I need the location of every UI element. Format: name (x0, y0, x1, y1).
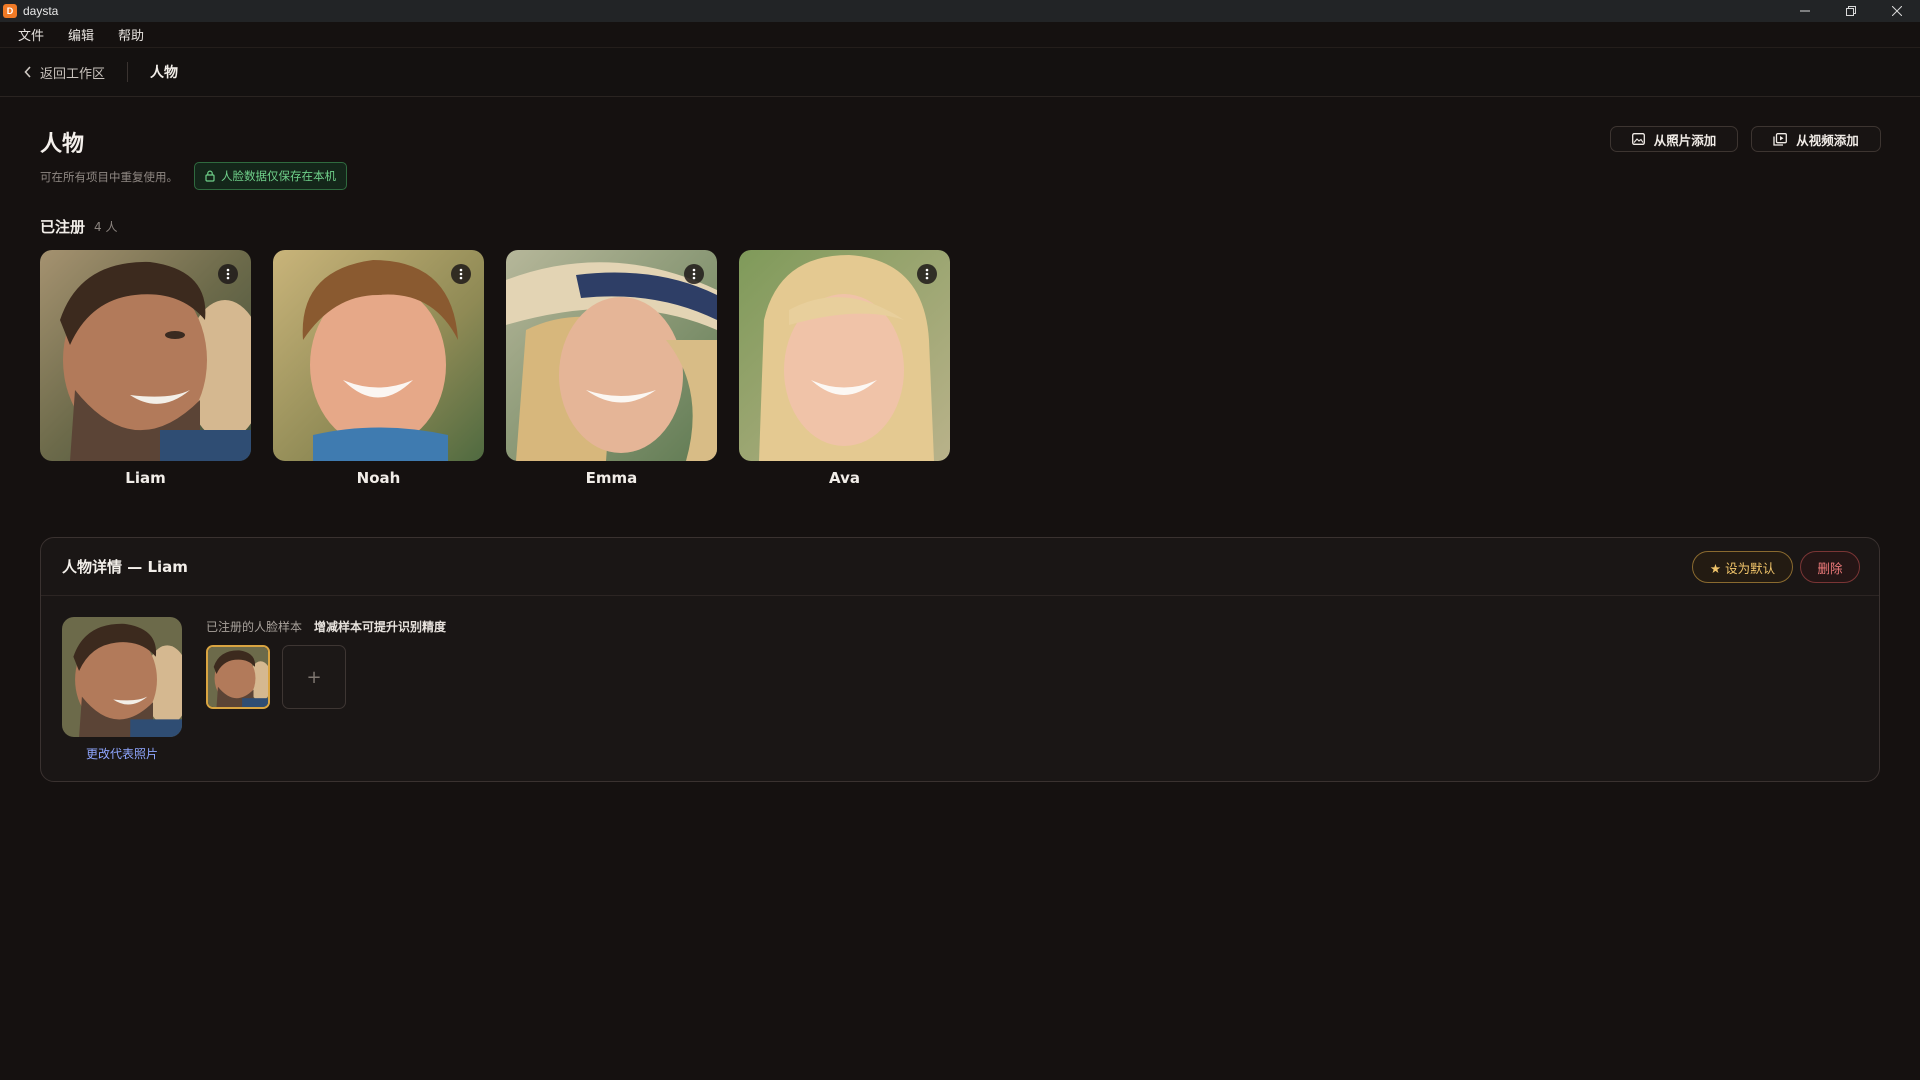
set-default-button[interactable]: ★ 设为默认 (1692, 551, 1793, 583)
window-title: daysta (23, 4, 59, 18)
person-photo-liam[interactable] (40, 250, 251, 461)
app-logo-icon: D (3, 4, 17, 18)
toolbar-title: 人物 (150, 65, 179, 81)
menu-edit[interactable]: 编辑 (68, 25, 94, 44)
person-name: Ava (829, 469, 860, 487)
add-from-photo-button[interactable]: 从照片添加 (1610, 126, 1738, 152)
person-photo-ava[interactable] (739, 250, 950, 461)
more-options-button[interactable] (917, 264, 937, 284)
more-vertical-icon (226, 268, 230, 280)
minimize-button[interactable] (1782, 0, 1828, 22)
restore-icon (1846, 6, 1856, 16)
menu-file[interactable]: 文件 (18, 25, 44, 44)
menu-help[interactable]: 帮助 (118, 25, 144, 44)
restore-button[interactable] (1828, 0, 1874, 22)
title-bar: D daysta (0, 0, 1920, 22)
more-vertical-icon (459, 268, 463, 280)
portrait-boy-image (273, 250, 484, 461)
registered-count: 4 人 (94, 220, 118, 234)
person-card-noah[interactable]: Noah (273, 250, 484, 487)
add-from-video-button[interactable]: 从视频添加 (1751, 126, 1881, 152)
video-frames-icon (1773, 132, 1788, 146)
more-vertical-icon (925, 268, 929, 280)
face-sample-thumbnail[interactable] (206, 645, 270, 709)
close-window-button[interactable] (1874, 0, 1920, 22)
more-vertical-icon (692, 268, 696, 280)
more-options-button[interactable] (451, 264, 471, 284)
more-options-button[interactable] (218, 264, 238, 284)
person-photo-emma[interactable] (506, 250, 717, 461)
portrait-man-image (208, 647, 268, 707)
add-from-video-label: 从视频添加 (1796, 132, 1859, 148)
privacy-badge: 人脸数据仅保存在本机 (194, 162, 347, 190)
more-options-button[interactable] (684, 264, 704, 284)
add-sample-button[interactable]: + (282, 645, 346, 709)
privacy-badge-label: 人脸数据仅保存在本机 (221, 169, 336, 183)
person-detail-panel: 人物详情 — Liam ★ 设为默认 删除 更改代表照片 已注册的人脸样本 增减… (40, 537, 1880, 782)
registered-section-title: 已注册 (40, 218, 86, 236)
portrait-man-image (40, 250, 251, 461)
delete-button[interactable]: 删除 (1800, 551, 1860, 583)
samples-hint: 增减样本可提升识别精度 (314, 620, 447, 634)
detail-title: 人物详情 — Liam (62, 558, 188, 576)
person-name: Noah (356, 469, 401, 487)
person-name: Emma (585, 469, 638, 487)
page-subtitle: 可在所有项目中重复使用。 (40, 170, 178, 184)
lock-icon (205, 170, 215, 182)
person-photo-noah[interactable] (273, 250, 484, 461)
add-from-photo-label: 从照片添加 (1653, 132, 1717, 148)
back-to-workspace-link[interactable]: 返回工作区 (24, 63, 105, 82)
representative-photo[interactable] (62, 617, 182, 737)
chevron-left-icon (24, 66, 31, 78)
top-toolbar: 返回工作区 人物 (0, 48, 1920, 97)
portrait-girl-image (739, 250, 950, 461)
window-controls (1782, 0, 1920, 22)
person-card-ava[interactable]: Ava (739, 250, 950, 487)
detail-header: 人物详情 — Liam ★ 设为默认 删除 (41, 538, 1879, 596)
portrait-woman-image (506, 250, 717, 461)
person-name: Liam (125, 469, 166, 487)
close-icon (1892, 6, 1902, 16)
person-card-liam[interactable]: Liam (40, 250, 251, 487)
minimize-icon (1800, 10, 1810, 12)
image-icon (1631, 133, 1645, 145)
change-photo-link[interactable]: 更改代表照片 (62, 745, 182, 762)
toolbar-divider (127, 62, 129, 82)
back-label: 返回工作区 (40, 66, 106, 82)
samples-label: 已注册的人脸样本 (206, 620, 303, 634)
person-card-emma[interactable]: Emma (506, 250, 717, 487)
portrait-man-image (62, 617, 182, 737)
page-title: 人物 (40, 132, 85, 157)
menu-bar: 文件 编辑 帮助 (0, 22, 1920, 48)
